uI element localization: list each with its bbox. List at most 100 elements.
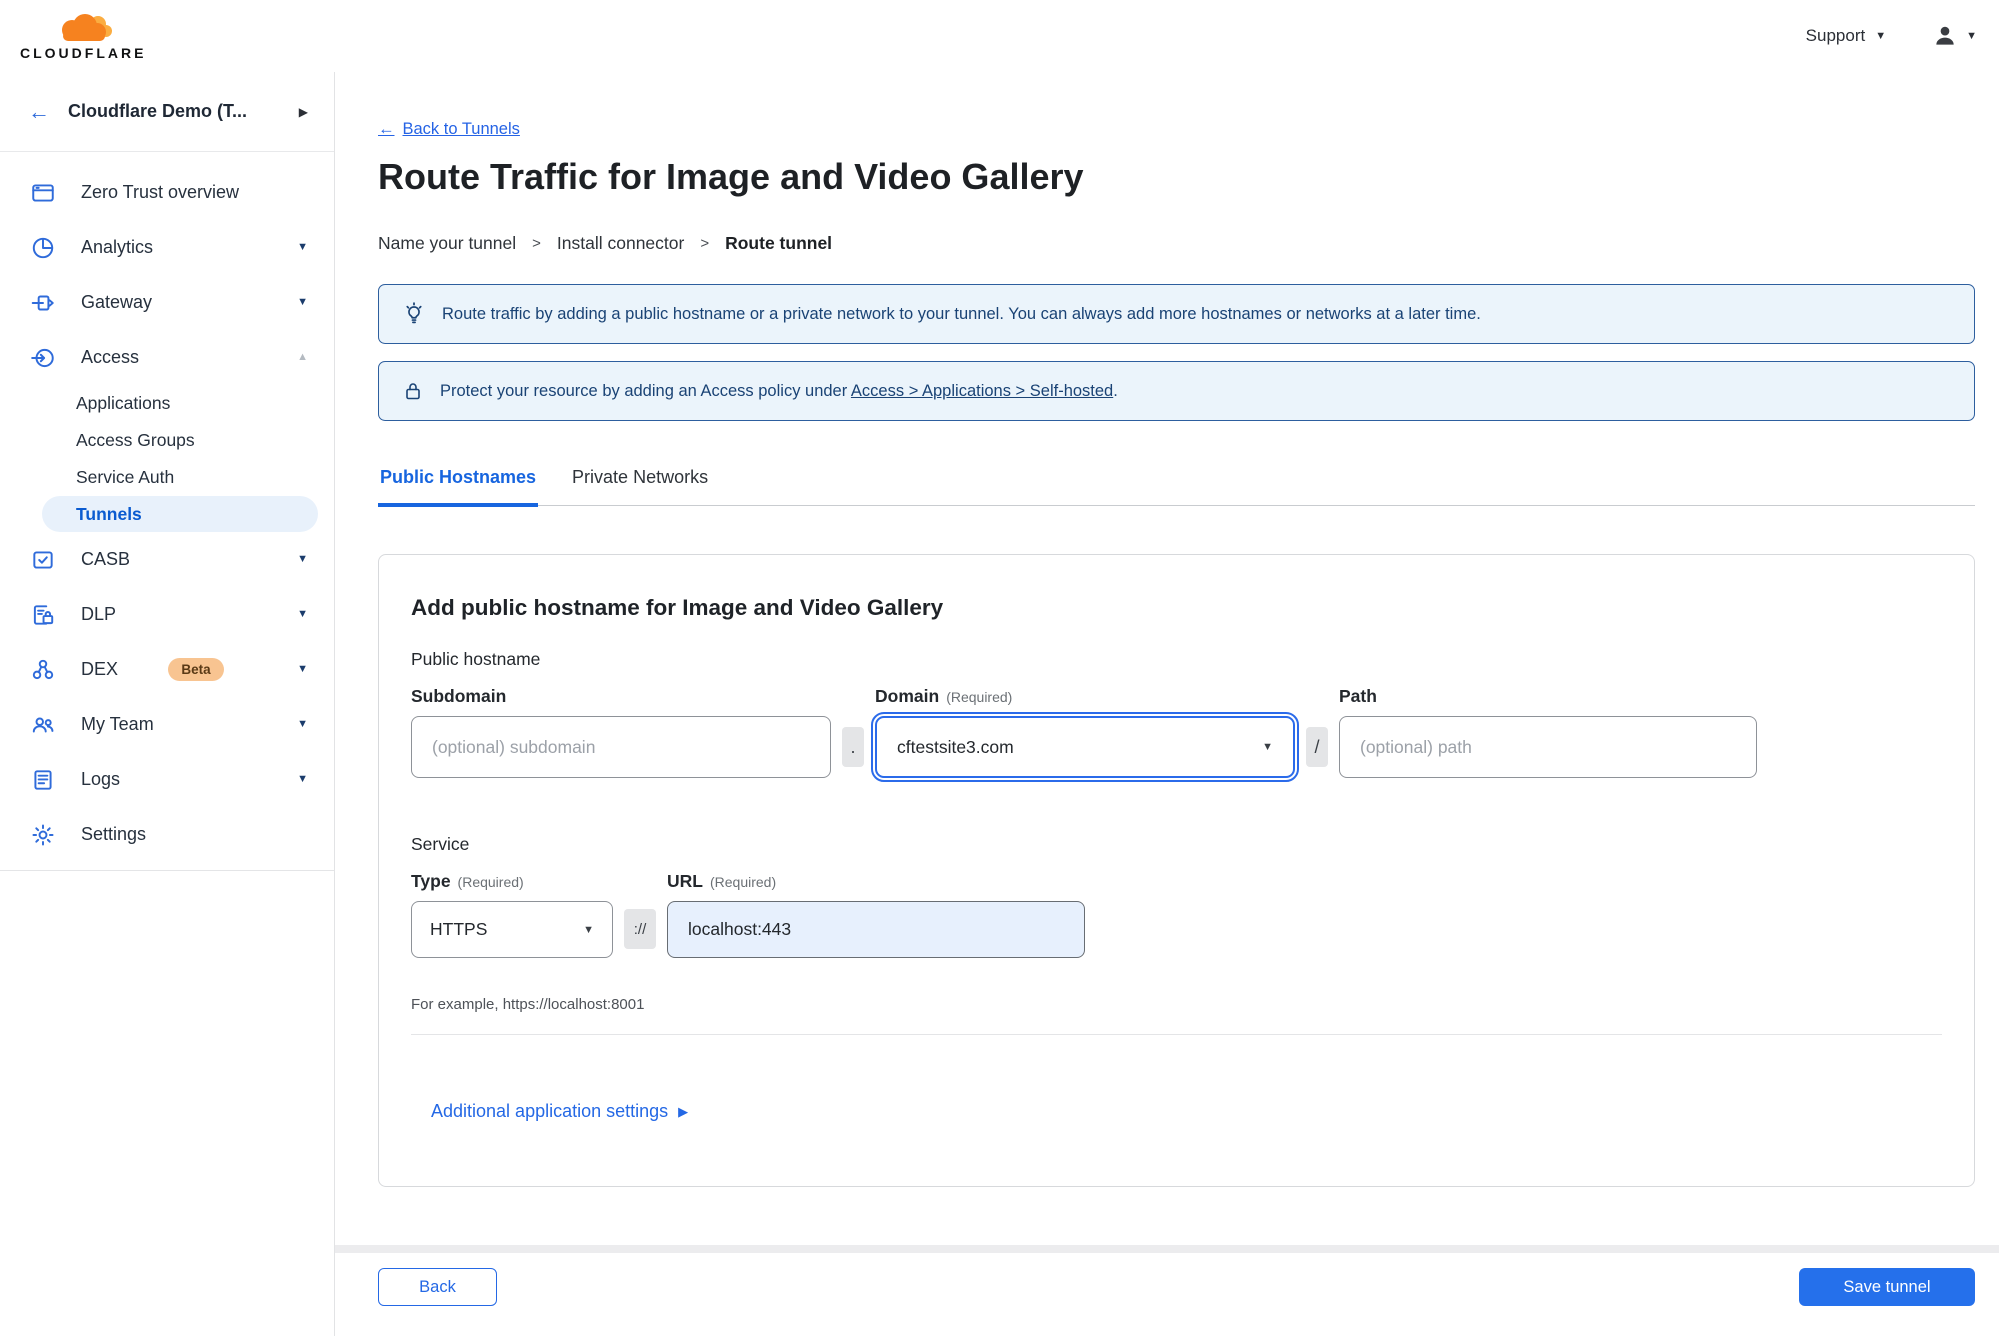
triangle-right-icon[interactable]: ▶: [299, 105, 308, 119]
sidebar-item-logs[interactable]: Logs ▼: [0, 752, 334, 807]
public-hostname-label: Public hostname: [411, 649, 541, 669]
team-icon: [32, 717, 54, 732]
breadcrumb-step-name-your-tunnel[interactable]: Name your tunnel: [378, 233, 516, 254]
sidebar-nav: Zero Trust overview Analytics ▼ Gateway …: [0, 152, 334, 871]
breadcrumb: Name your tunnel > Install connector > R…: [378, 233, 1975, 254]
url-required-hint: (Required): [709, 874, 777, 890]
scheme-separator: ://: [624, 909, 656, 949]
lightbulb-icon: [406, 302, 422, 324]
footer-actions: Back Save tunnel: [378, 1268, 1975, 1306]
type-required-hint: (Required): [457, 874, 524, 890]
card-divider: [411, 1034, 1942, 1035]
casb-icon: [33, 550, 53, 569]
domain-select-value: cftestsite3.com: [897, 736, 1014, 757]
url-label: URL (Required): [667, 871, 777, 891]
subdomain-label: Subdomain: [411, 686, 507, 706]
domain-select[interactable]: cftestsite3.com ▼: [871, 712, 1299, 782]
gear-icon: [32, 823, 54, 846]
back-to-tunnels-link[interactable]: ← Back to Tunnels: [378, 120, 520, 139]
dex-icon: [32, 659, 54, 679]
overview-icon: [32, 183, 54, 202]
account-switcher[interactable]: ← Cloudflare Demo (T... ▶: [0, 72, 334, 152]
sidebar-item-settings[interactable]: Settings: [0, 807, 334, 862]
access-applications-self-hosted-link[interactable]: Access > Applications > Self-hosted: [851, 382, 1113, 400]
dot-separator: .: [842, 727, 864, 767]
tab-private-networks[interactable]: Private Networks: [570, 467, 710, 505]
service-label: Service: [411, 834, 470, 854]
domain-label: Domain (Required): [875, 686, 1013, 706]
main-content: ← Back to Tunnels Route Traffic for Imag…: [335, 72, 1999, 1336]
analytics-icon: [32, 237, 54, 258]
access-policy-text: Protect your resource by adding an Acces…: [440, 381, 1118, 400]
logs-icon: [34, 769, 52, 790]
page-title: Route Traffic for Image and Video Galler…: [378, 156, 1084, 197]
sidebar-item-dex[interactable]: DEX Beta ▼: [0, 642, 334, 697]
domain-required-hint: (Required): [946, 689, 1013, 705]
chevron-down-icon: ▼: [1875, 29, 1887, 42]
service-type-value: HTTPS: [430, 919, 488, 939]
tab-public-hostnames[interactable]: Public Hostnames: [378, 467, 539, 507]
path-label: Path: [1339, 686, 1377, 706]
subdomain-input[interactable]: [411, 716, 831, 778]
type-label: Type (Required): [411, 871, 524, 891]
back-button[interactable]: Back: [378, 1268, 497, 1306]
save-tunnel-button[interactable]: Save tunnel: [1799, 1268, 1975, 1306]
chevron-down-icon: ▼: [297, 553, 308, 565]
hostname-field-row: Subdomain . Domain(Required) cftestsite3…: [411, 686, 1942, 782]
service-url-input[interactable]: [667, 901, 1085, 958]
back-arrow-icon: ←: [378, 120, 395, 138]
sidebar-item-analytics[interactable]: Analytics ▼: [0, 220, 334, 275]
card-heading: Add public hostname for Image and Video …: [411, 595, 944, 620]
top-bar: CLOUDFLARE Support ▼ ▼: [0, 0, 1999, 72]
sidebar-item-casb[interactable]: CASB ▼: [0, 532, 334, 587]
bottom-divider-strip: [335, 1245, 1999, 1253]
public-hostname-card: Add public hostname for Image and Video …: [378, 554, 1975, 1187]
sidebar-item-my-team[interactable]: My Team ▼: [0, 697, 334, 752]
additional-application-settings-toggle[interactable]: Additional application settings ▶: [431, 1101, 688, 1122]
chevron-down-icon: ▼: [297, 241, 308, 253]
chevron-down-icon: ▼: [297, 718, 308, 730]
beta-badge: Beta: [168, 658, 224, 681]
breadcrumb-step-route-tunnel: Route tunnel: [725, 233, 833, 253]
chevron-down-icon: ▼: [1966, 29, 1977, 42]
service-field-row: Type (Required) HTTPS ▼ :// URL (Required): [411, 871, 1942, 958]
sidebar: ← Cloudflare Demo (T... ▶ Zero Trust ove…: [0, 72, 335, 1336]
path-input[interactable]: [1339, 716, 1757, 778]
support-menu[interactable]: Support ▼: [1806, 26, 1886, 46]
sidebar-item-access-groups[interactable]: Access Groups: [0, 422, 334, 459]
breadcrumb-step-install-connector[interactable]: Install connector: [557, 233, 684, 254]
user-menu[interactable]: ▼: [1932, 23, 1977, 49]
access-policy-banner: Protect your resource by adding an Acces…: [378, 361, 1975, 421]
chevron-up-icon: ▲: [297, 351, 308, 363]
sidebar-item-zero-trust-overview[interactable]: Zero Trust overview: [0, 165, 334, 220]
breadcrumb-separator: >: [700, 235, 710, 252]
breadcrumb-separator: >: [532, 235, 541, 252]
cloudflare-cloud-icon: [62, 14, 113, 41]
chevron-down-icon: ▼: [297, 773, 308, 785]
url-example-text: For example, https://localhost:8001: [411, 996, 645, 1013]
triangle-right-icon: ▶: [678, 1103, 689, 1119]
service-type-select[interactable]: HTTPS ▼: [411, 901, 613, 958]
account-name: Cloudflare Demo (T...: [68, 101, 248, 121]
chevron-down-icon: ▼: [297, 663, 308, 675]
tip-banner-text: Route traffic by adding a public hostnam…: [442, 304, 1481, 323]
sidebar-item-gateway[interactable]: Gateway ▼: [0, 275, 334, 330]
sidebar-item-tunnels-active[interactable]: Tunnels: [42, 496, 318, 532]
sidebar-item-applications[interactable]: Applications: [0, 385, 334, 422]
sidebar-item-service-auth[interactable]: Service Auth: [0, 459, 334, 496]
chevron-down-icon: ▼: [297, 608, 308, 620]
chevron-down-icon: ▼: [1262, 741, 1273, 753]
support-label: Support: [1805, 26, 1866, 45]
sidebar-item-access[interactable]: Access ▲: [0, 330, 334, 385]
gateway-icon: [31, 295, 54, 310]
sidebar-item-dlp[interactable]: DLP ▼: [0, 587, 334, 642]
back-arrow-icon[interactable]: ←: [28, 100, 50, 123]
cloudflare-wordmark: CLOUDFLARE: [20, 45, 147, 61]
slash-separator: /: [1306, 727, 1328, 767]
chevron-down-icon: ▼: [583, 923, 594, 936]
cloudflare-logo[interactable]: CLOUDFLARE: [20, 11, 146, 61]
lock-icon: [406, 383, 420, 400]
dlp-icon: [33, 604, 54, 625]
sidebar-divider: [0, 870, 334, 871]
tab-bar: Public Hostnames Private Networks: [378, 467, 1975, 507]
